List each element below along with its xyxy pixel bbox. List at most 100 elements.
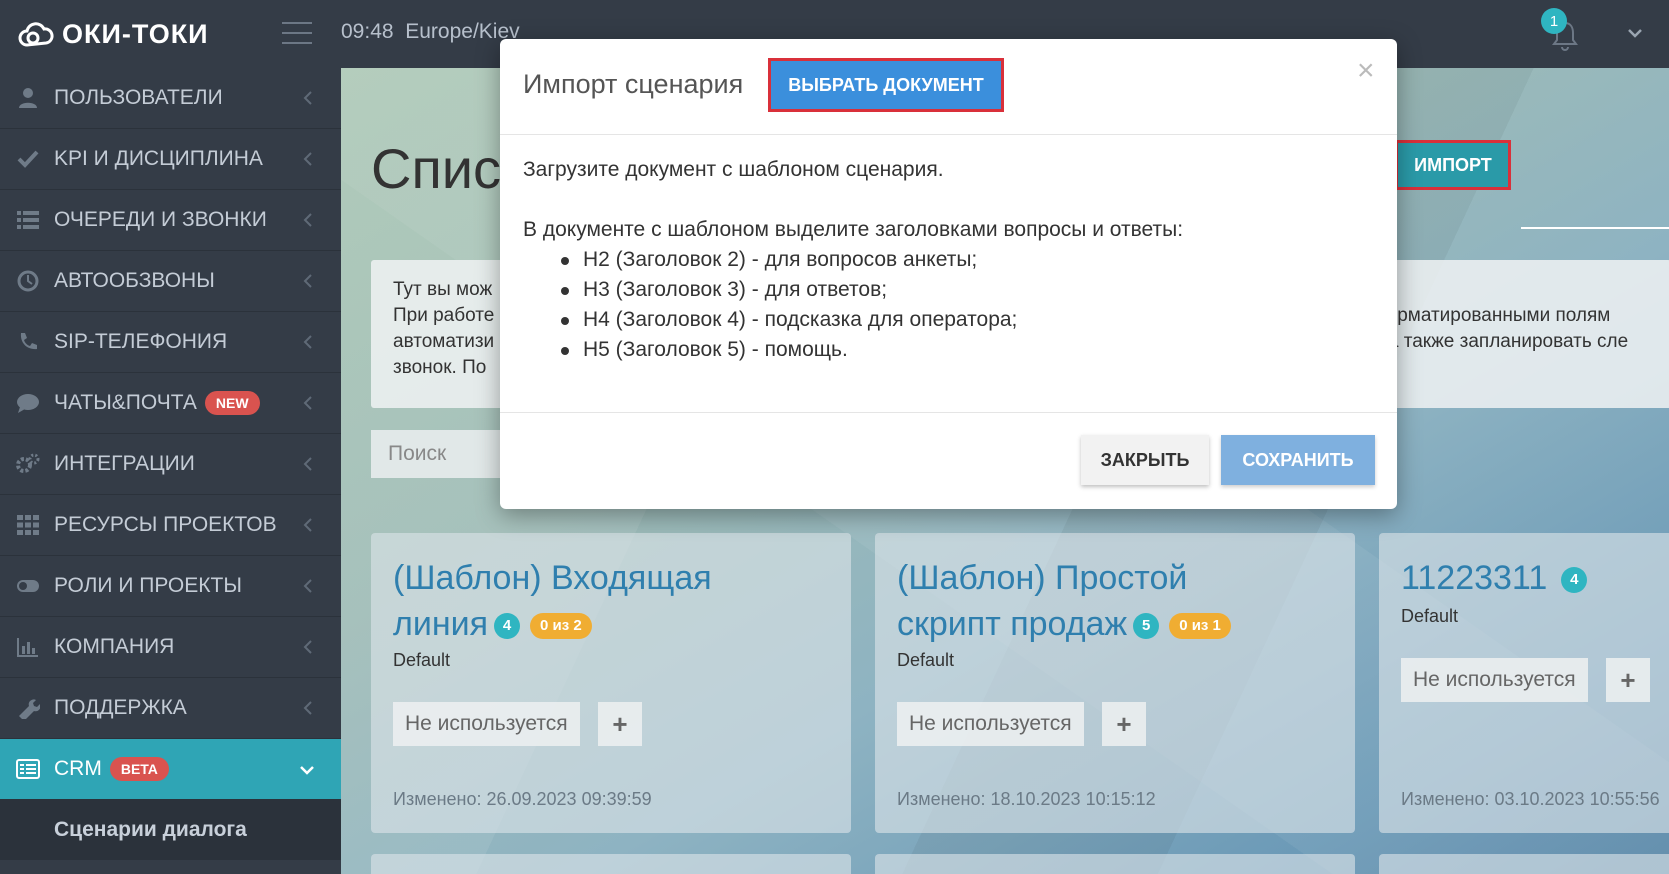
chevron-left-icon bbox=[303, 152, 312, 166]
status-select[interactable]: Не используется bbox=[1401, 658, 1588, 702]
sidebar-item-chats[interactable]: ЧАТЫ&ПОЧТА NEW bbox=[0, 373, 341, 434]
sidebar-item-label: АВТООБЗВОНЫ bbox=[54, 269, 215, 292]
menu-toggle-button[interactable] bbox=[282, 22, 312, 44]
sidebar-item-sip[interactable]: SIP-ТЕЛЕФОНИЯ bbox=[0, 312, 341, 373]
card-project: Default bbox=[393, 650, 451, 670]
sidebar-item-roles[interactable]: РОЛИ И ПРОЕКТЫ bbox=[0, 556, 341, 617]
chevron-down-icon[interactable] bbox=[1626, 26, 1644, 40]
sidebar-item-label: KPI И ДИСЦИПЛИНА bbox=[54, 147, 263, 170]
clock-time: 09:48 bbox=[341, 20, 394, 43]
divider bbox=[1521, 227, 1669, 229]
logo-text: ОКИ-ТОКИ bbox=[62, 18, 209, 49]
info-text-line: Тут вы мож bbox=[393, 279, 493, 300]
status-select[interactable]: Не используется bbox=[393, 702, 580, 746]
dialog-footer: ЗАКРЫТЬ СОХРАНИТЬ bbox=[500, 412, 1397, 509]
cloud-logo-icon bbox=[18, 22, 54, 47]
sidebar-item-integrations[interactable]: ИНТЕГРАЦИИ bbox=[0, 434, 341, 495]
chat-icon bbox=[14, 391, 42, 415]
sidebar-item-crm[interactable]: CRM BETA bbox=[0, 739, 341, 800]
chevron-left-icon bbox=[303, 457, 312, 471]
sidebar-item-company[interactable]: КОМПАНИЯ bbox=[0, 617, 341, 678]
sidebar-item-support[interactable]: ПОДДЕРЖКА bbox=[0, 678, 341, 739]
clock: 09:48 Europe/Kiev bbox=[341, 20, 520, 44]
add-button[interactable]: + bbox=[598, 702, 642, 746]
page-title: Спис bbox=[371, 137, 502, 200]
card-title-line: (Шаблон) Простой bbox=[897, 559, 1188, 597]
scenario-card[interactable]: (Шаблон) Простой скрипт продаж 5 0 из 1 De… bbox=[875, 533, 1355, 833]
sidebar-item-label: РОЛИ И ПРОЕКТЫ bbox=[54, 574, 242, 597]
card-title[interactable]: 11223311 4 bbox=[1401, 555, 1669, 601]
card-modified: Изменено: 18.10.2023 10:15:12 bbox=[897, 789, 1156, 809]
card-title-line: (Шаблон) Входящая bbox=[393, 559, 712, 597]
sidebar-item-label: ИНТЕГРАЦИИ bbox=[54, 452, 195, 475]
save-button[interactable]: СОХРАНИТЬ bbox=[1221, 435, 1375, 485]
phone-icon bbox=[14, 330, 42, 354]
sidebar: ПОЛЬЗОВАТЕЛИ KPI И ДИСЦИПЛИНА ОЧЕРЕДИ И … bbox=[0, 68, 341, 874]
sidebar-item-label: ПОДДЕРЖКА bbox=[54, 696, 187, 719]
card-title[interactable]: (Шаблон) Простой скрипт продаж 5 0 из 1 bbox=[897, 555, 1337, 647]
chevron-left-icon bbox=[303, 396, 312, 410]
close-icon[interactable]: × bbox=[1357, 51, 1375, 91]
close-button[interactable]: ЗАКРЫТЬ bbox=[1081, 435, 1209, 485]
chevron-left-icon bbox=[303, 335, 312, 349]
sidebar-item-users[interactable]: ПОЛЬЗОВАТЕЛИ bbox=[0, 68, 341, 129]
info-text-line: ), а также запланировать сле bbox=[1371, 331, 1629, 352]
search-input[interactable]: Поиск bbox=[371, 430, 511, 478]
status-select[interactable]: Не используется bbox=[897, 702, 1084, 746]
card-modified: Изменено: 03.10.2023 10:55:56 bbox=[1401, 789, 1660, 809]
question-count-badge: 5 bbox=[1133, 613, 1160, 640]
sidebar-item-label: CRM bbox=[54, 757, 102, 780]
choose-document-button[interactable]: ВЫБРАТЬ ДОКУМЕНТ bbox=[768, 58, 1004, 112]
card-project: Default bbox=[1401, 606, 1459, 626]
card-title[interactable]: (Шаблон) Входящая линия 4 0 из 2 bbox=[393, 555, 833, 647]
grid-icon bbox=[14, 513, 42, 537]
sidebar-item-label: КОМПАНИЯ bbox=[54, 635, 175, 658]
sidebar-item-autodialer[interactable]: АВТООБЗВОНЫ bbox=[0, 251, 341, 312]
progress-badge: 0 из 1 bbox=[1169, 613, 1231, 640]
wrench-icon bbox=[14, 696, 42, 720]
sidebar-item-label: ОЧЕРЕДИ И ЗВОНКИ bbox=[54, 208, 267, 231]
chevron-left-icon bbox=[303, 579, 312, 593]
card-modified: Изменено: 26.09.2023 09:39:59 bbox=[393, 789, 652, 809]
chevron-left-icon bbox=[303, 91, 312, 105]
logo[interactable]: ОКИ-ТОКИ bbox=[18, 16, 209, 52]
sidebar-subitem-dialog-scenarios[interactable]: Сценарии диалога bbox=[0, 800, 341, 860]
card-title-line: скрипт продаж bbox=[897, 605, 1128, 643]
chevron-left-icon bbox=[303, 213, 312, 227]
scenario-card[interactable] bbox=[371, 854, 851, 874]
import-scenario-dialog: Импорт сценария ВЫБРАТЬ ДОКУМЕНТ × Загру… bbox=[500, 39, 1397, 509]
list-item: H4 (Заголовок 4) - подсказка для операто… bbox=[523, 305, 1373, 335]
scenario-card[interactable] bbox=[1379, 854, 1669, 874]
notification-badge: 1 bbox=[1541, 8, 1567, 34]
sidebar-item-queues[interactable]: ОЧЕРЕДИ И ЗВОНКИ bbox=[0, 190, 341, 251]
chevron-left-icon bbox=[303, 518, 312, 532]
sidebar-item-label: ПОЛЬЗОВАТЕЛИ bbox=[54, 86, 223, 109]
chevron-left-icon bbox=[303, 701, 312, 715]
sidebar-item-kpi[interactable]: KPI И ДИСЦИПЛИНА bbox=[0, 129, 341, 190]
list-item: H2 (Заголовок 2) - для вопросов анкеты; bbox=[523, 245, 1373, 275]
list-icon bbox=[14, 208, 42, 232]
sidebar-item-resources[interactable]: РЕСУРСЫ ПРОЕКТОВ bbox=[0, 495, 341, 556]
import-button[interactable]: ИМПОРТ bbox=[1395, 140, 1511, 190]
add-button[interactable]: + bbox=[1102, 702, 1146, 746]
toggle-icon bbox=[14, 574, 42, 598]
progress-badge: 0 из 2 bbox=[530, 613, 592, 640]
info-text-line: автоматизи bbox=[393, 331, 495, 352]
chevron-down-icon bbox=[300, 766, 314, 775]
sidebar-item-label: РЕСУРСЫ ПРОЕКТОВ bbox=[54, 513, 277, 536]
info-text-line: форматированными полям bbox=[1371, 305, 1611, 326]
add-button[interactable]: + bbox=[1606, 658, 1650, 702]
dialog-intro: Загрузите документ с шаблоном сценария. bbox=[523, 158, 944, 181]
scenario-card[interactable]: 11223311 4 Default Не используется + Изме… bbox=[1379, 533, 1669, 833]
scenario-card[interactable]: (Шаблон) Входящая линия 4 0 из 2 Default Н… bbox=[371, 533, 851, 833]
check-icon bbox=[14, 147, 42, 171]
clock-icon bbox=[14, 269, 42, 293]
scenario-card[interactable] bbox=[875, 854, 1355, 874]
chevron-left-icon bbox=[303, 274, 312, 288]
user-icon bbox=[14, 86, 42, 110]
new-badge: NEW bbox=[204, 391, 260, 415]
info-text-line: звонок. По bbox=[393, 357, 487, 378]
crm-icon bbox=[14, 757, 42, 781]
list-item: H3 (Заголовок 3) - для ответов; bbox=[523, 275, 1373, 305]
question-count-badge: 4 bbox=[494, 613, 521, 640]
